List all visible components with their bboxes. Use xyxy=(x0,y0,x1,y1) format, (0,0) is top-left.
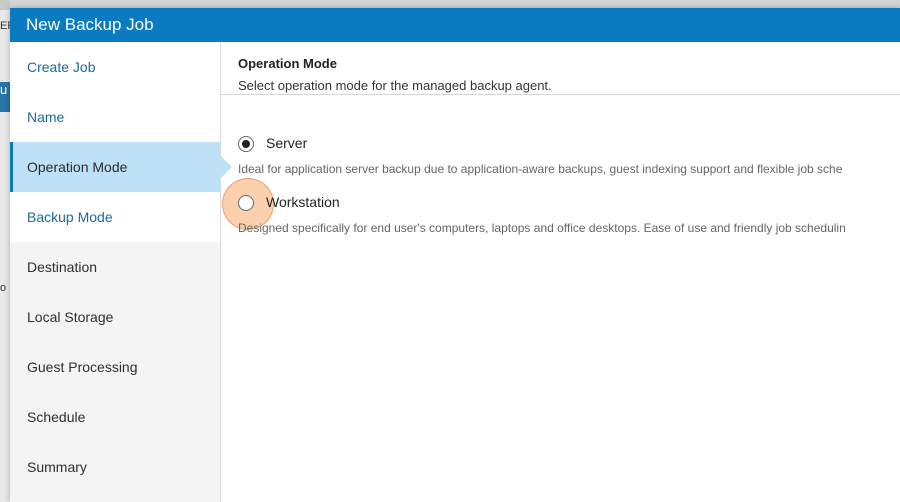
content-header: Operation Mode Select operation mode for… xyxy=(221,42,900,95)
background-app xyxy=(0,0,10,502)
background-blue-header: u xyxy=(0,82,10,112)
workstation-radio[interactable] xyxy=(238,195,254,211)
page-subtitle: Select operation mode for the managed ba… xyxy=(238,78,552,93)
server-radio[interactable] xyxy=(238,136,254,152)
background-row-fragment: o xyxy=(0,282,7,294)
page-title: Operation Mode xyxy=(238,56,337,71)
step-summary[interactable]: Summary xyxy=(10,442,220,492)
step-local-storage[interactable]: Local Storage xyxy=(10,292,220,342)
step-operation-mode[interactable]: Operation Mode xyxy=(10,142,232,192)
step-create-job[interactable]: Create Job xyxy=(10,42,220,92)
step-content: Operation Mode Select operation mode for… xyxy=(221,42,900,502)
dialog-title: New Backup Job xyxy=(10,8,900,42)
step-backup-mode[interactable]: Backup Mode xyxy=(10,192,220,242)
step-guest-processing[interactable]: Guest Processing xyxy=(10,342,220,392)
new-backup-job-dialog: New Backup Job Create Job Name Operation… xyxy=(10,8,900,502)
wizard-steps-sidebar: Create Job Name Operation Mode Backup Mo… xyxy=(10,42,232,502)
workstation-description: Designed specifically for end user's com… xyxy=(238,221,846,235)
step-schedule[interactable]: Schedule xyxy=(10,392,220,442)
background-topbar xyxy=(0,0,10,10)
server-description: Ideal for application server backup due … xyxy=(238,162,843,176)
background-text-fragment: ER xyxy=(0,20,10,32)
step-destination[interactable]: Destination xyxy=(10,242,220,292)
server-label[interactable]: Server xyxy=(266,135,307,151)
workstation-label[interactable]: Workstation xyxy=(266,194,340,210)
step-name[interactable]: Name xyxy=(10,92,220,142)
